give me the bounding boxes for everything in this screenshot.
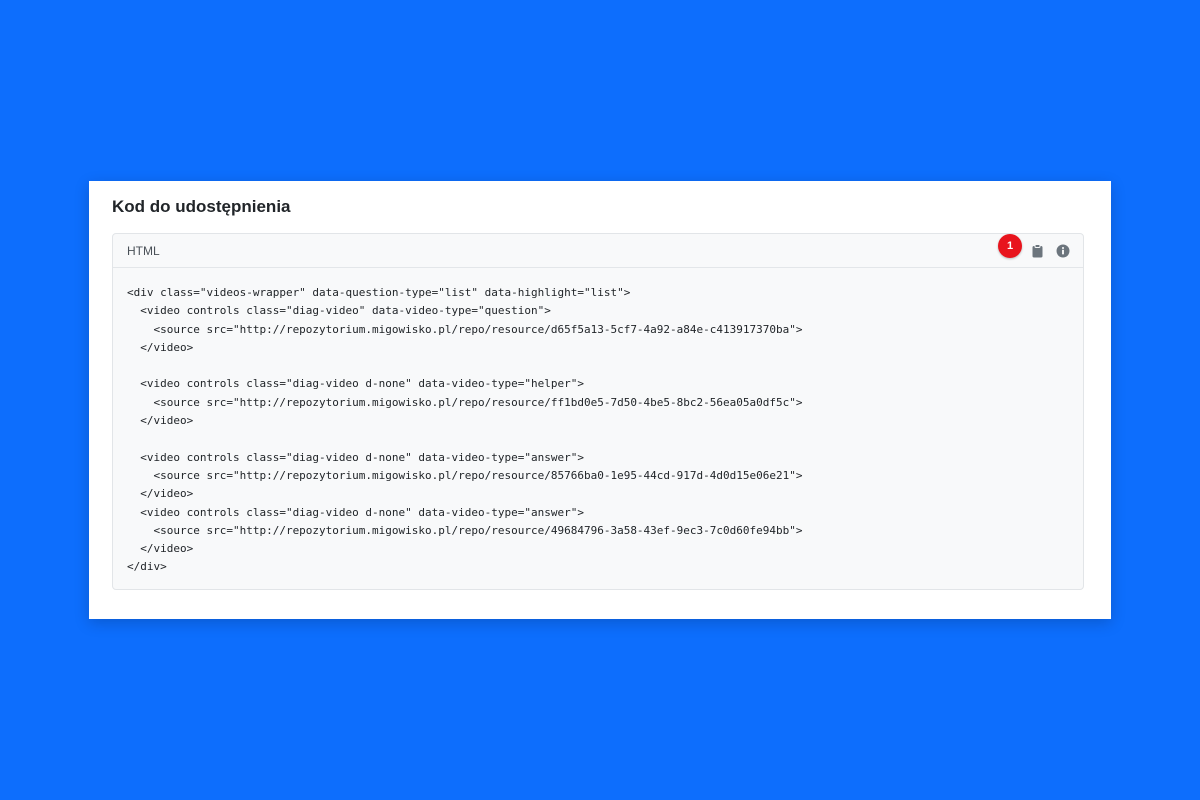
code-line: <source src="http://repozytorium.migowis…	[127, 395, 803, 409]
code-line: <source src="http://repozytorium.migowis…	[127, 523, 803, 537]
share-code-panel: Kod do udostępnienia HTML 1 <div class="…	[89, 181, 1111, 619]
code-line: <video controls class="diag-video d-none…	[127, 505, 584, 519]
code-line: </video>	[127, 487, 194, 501]
code-line: <source src="http://repozytorium.migowis…	[127, 322, 803, 336]
code-block-card: HTML 1 <div class="videos-wrapper" data-…	[112, 233, 1084, 590]
code-line: <video controls class="diag-video d-none…	[127, 450, 584, 464]
clipboard-icon[interactable]	[1029, 243, 1045, 259]
code-line: <source src="http://repozytorium.migowis…	[127, 468, 803, 482]
info-circle-icon[interactable]	[1055, 243, 1071, 259]
code-line: </video>	[127, 340, 194, 354]
code-line: <video controls class="diag-video" data-…	[127, 304, 551, 318]
code-line: <video controls class="diag-video d-none…	[127, 377, 584, 391]
code-line: <div class="videos-wrapper" data-questio…	[127, 286, 631, 299]
code-language-label: HTML	[127, 244, 160, 258]
code-content: <div class="videos-wrapper" data-questio…	[113, 268, 1083, 577]
code-line: </video>	[127, 542, 194, 556]
panel-title: Kod do udostępnienia	[112, 197, 291, 216]
notification-badge: 1	[998, 234, 1022, 258]
code-line: </div>	[127, 560, 167, 574]
code-block-header: HTML 1	[113, 234, 1083, 268]
code-line: </video>	[127, 414, 194, 428]
